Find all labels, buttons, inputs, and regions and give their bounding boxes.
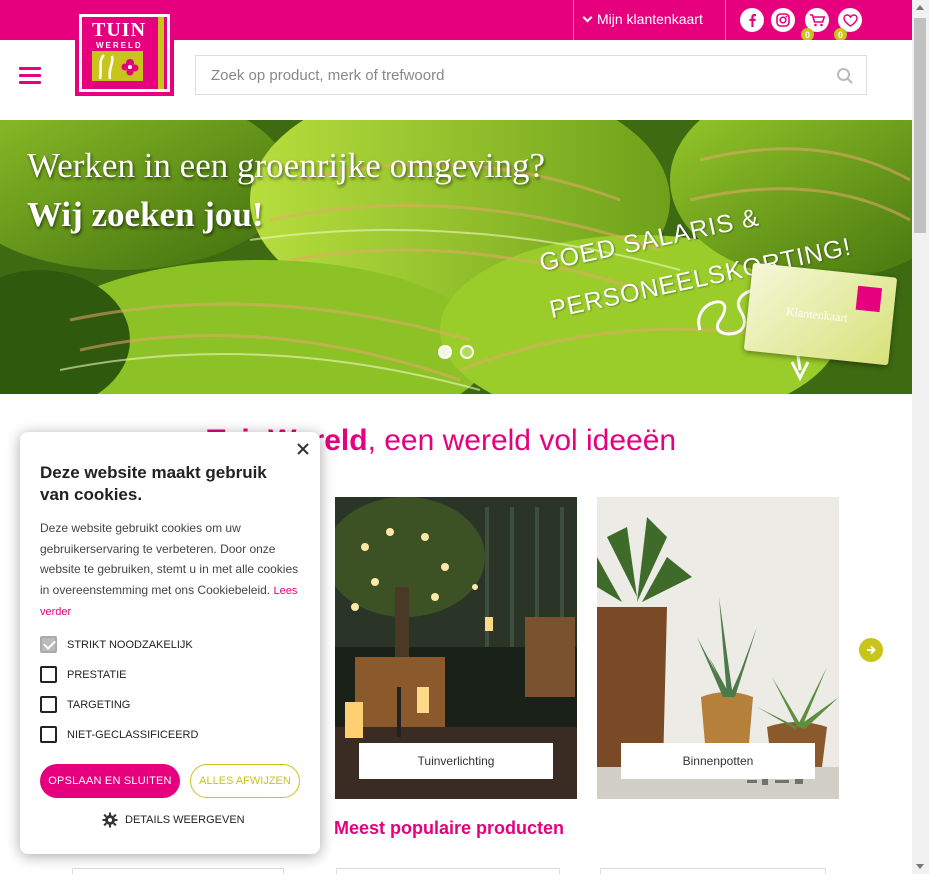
menu-icon[interactable] bbox=[19, 67, 41, 85]
checkbox-targeting[interactable] bbox=[40, 696, 57, 713]
scroll-up-icon[interactable] bbox=[916, 5, 924, 10]
carousel-next-button[interactable] bbox=[859, 638, 883, 662]
product-card[interactable] bbox=[600, 868, 826, 874]
product-card[interactable] bbox=[336, 868, 560, 874]
klantenkaart-card-image: Klantenkaart bbox=[743, 262, 898, 366]
cookie-consent-dialog: Deze website maakt gebruik van cookies. … bbox=[20, 432, 320, 854]
cookie-option-unclassified[interactable]: NIET-GECLASSIFICEERD bbox=[40, 726, 198, 743]
cart-icon bbox=[809, 13, 825, 26]
hero-subheadline: Wij zoeken jou! bbox=[27, 195, 264, 234]
cookie-body: Deze website gebruikt cookies om uw gebr… bbox=[40, 521, 299, 597]
close-icon[interactable] bbox=[296, 442, 310, 456]
facebook-icon[interactable] bbox=[740, 8, 764, 32]
slider-dot-1[interactable] bbox=[438, 345, 452, 359]
topbar-divider bbox=[573, 0, 574, 40]
checkbox-strict[interactable] bbox=[40, 636, 57, 653]
page-scrollbar[interactable] bbox=[912, 0, 929, 874]
checkbox-performance[interactable] bbox=[40, 666, 57, 683]
popular-products-title: Meest populaire producten bbox=[334, 818, 565, 838]
cookie-description: Deze website gebruikt cookies om uw gebr… bbox=[40, 518, 300, 623]
cookie-option-label: NIET-GECLASSIFICEERD bbox=[67, 728, 199, 741]
cookie-option-performance[interactable]: PRESTATIE bbox=[40, 666, 127, 683]
cookie-option-label: STRIKT NOODZAKELIJK bbox=[67, 638, 193, 651]
search-icon[interactable] bbox=[836, 67, 854, 85]
site-logo[interactable]: TUIN WERELD bbox=[75, 10, 174, 96]
checkbox-unclassified[interactable] bbox=[40, 726, 57, 743]
cart-button[interactable]: 0 bbox=[801, 8, 829, 41]
section-title-rest: , een wereld vol ideeën bbox=[367, 424, 677, 457]
product-card[interactable] bbox=[72, 868, 284, 874]
category-label: Binnenpotten bbox=[621, 743, 815, 779]
arrow-right-icon bbox=[867, 645, 876, 655]
category-label: Tuinverlichting bbox=[359, 743, 553, 779]
details-label: DETAILS WEERGEVEN bbox=[125, 814, 245, 826]
search-box bbox=[195, 55, 867, 95]
topbar-divider bbox=[725, 0, 726, 40]
show-details-button[interactable]: DETAILS WEERGEVEN bbox=[102, 812, 245, 828]
category-card-tuinverlichting[interactable]: Tuinverlichting bbox=[335, 497, 577, 799]
wishlist-button[interactable]: 0 bbox=[834, 8, 862, 41]
category-card-binnenpotten[interactable]: Binnenpotten bbox=[597, 497, 839, 799]
klantenkaart-label: Mijn klantenkaart bbox=[597, 11, 703, 27]
scrollbar-thumb[interactable] bbox=[914, 18, 926, 233]
hero-headline: Werken in een groenrijke omgeving? bbox=[27, 146, 546, 185]
reject-all-button[interactable]: ALLES AFWIJZEN bbox=[190, 764, 300, 798]
klantenkaart-link[interactable]: Mijn klantenkaart bbox=[582, 11, 703, 27]
chevron-down-icon bbox=[582, 12, 593, 22]
card-label: Klantenkaart bbox=[785, 304, 849, 325]
cookie-option-strict[interactable]: STRIKT NOODZAKELIJK bbox=[40, 636, 193, 653]
logo-text-bottom: WERELD bbox=[96, 41, 143, 50]
search-input[interactable] bbox=[196, 56, 796, 94]
scroll-down-icon[interactable] bbox=[916, 864, 924, 869]
gear-icon bbox=[102, 812, 118, 828]
cookie-option-label: PRESTATIE bbox=[67, 668, 127, 681]
card-logo-icon bbox=[855, 285, 883, 313]
slider-dot-2[interactable] bbox=[460, 345, 474, 359]
logo-flower-icon bbox=[92, 51, 143, 81]
save-and-close-button[interactable]: OPSLAAN EN SLUITEN bbox=[40, 764, 180, 798]
heart-icon bbox=[842, 13, 858, 27]
logo-stripe bbox=[158, 17, 164, 89]
cookie-title: Deze website maakt gebruik van cookies. bbox=[40, 463, 267, 504]
instagram-icon[interactable] bbox=[771, 8, 795, 32]
cookie-option-targeting[interactable]: TARGETING bbox=[40, 696, 130, 713]
cookie-option-label: TARGETING bbox=[67, 698, 131, 711]
hero-banner[interactable]: Werken in een groenrijke omgeving? Wij z… bbox=[0, 120, 912, 394]
logo-text-top: TUIN bbox=[92, 19, 147, 41]
